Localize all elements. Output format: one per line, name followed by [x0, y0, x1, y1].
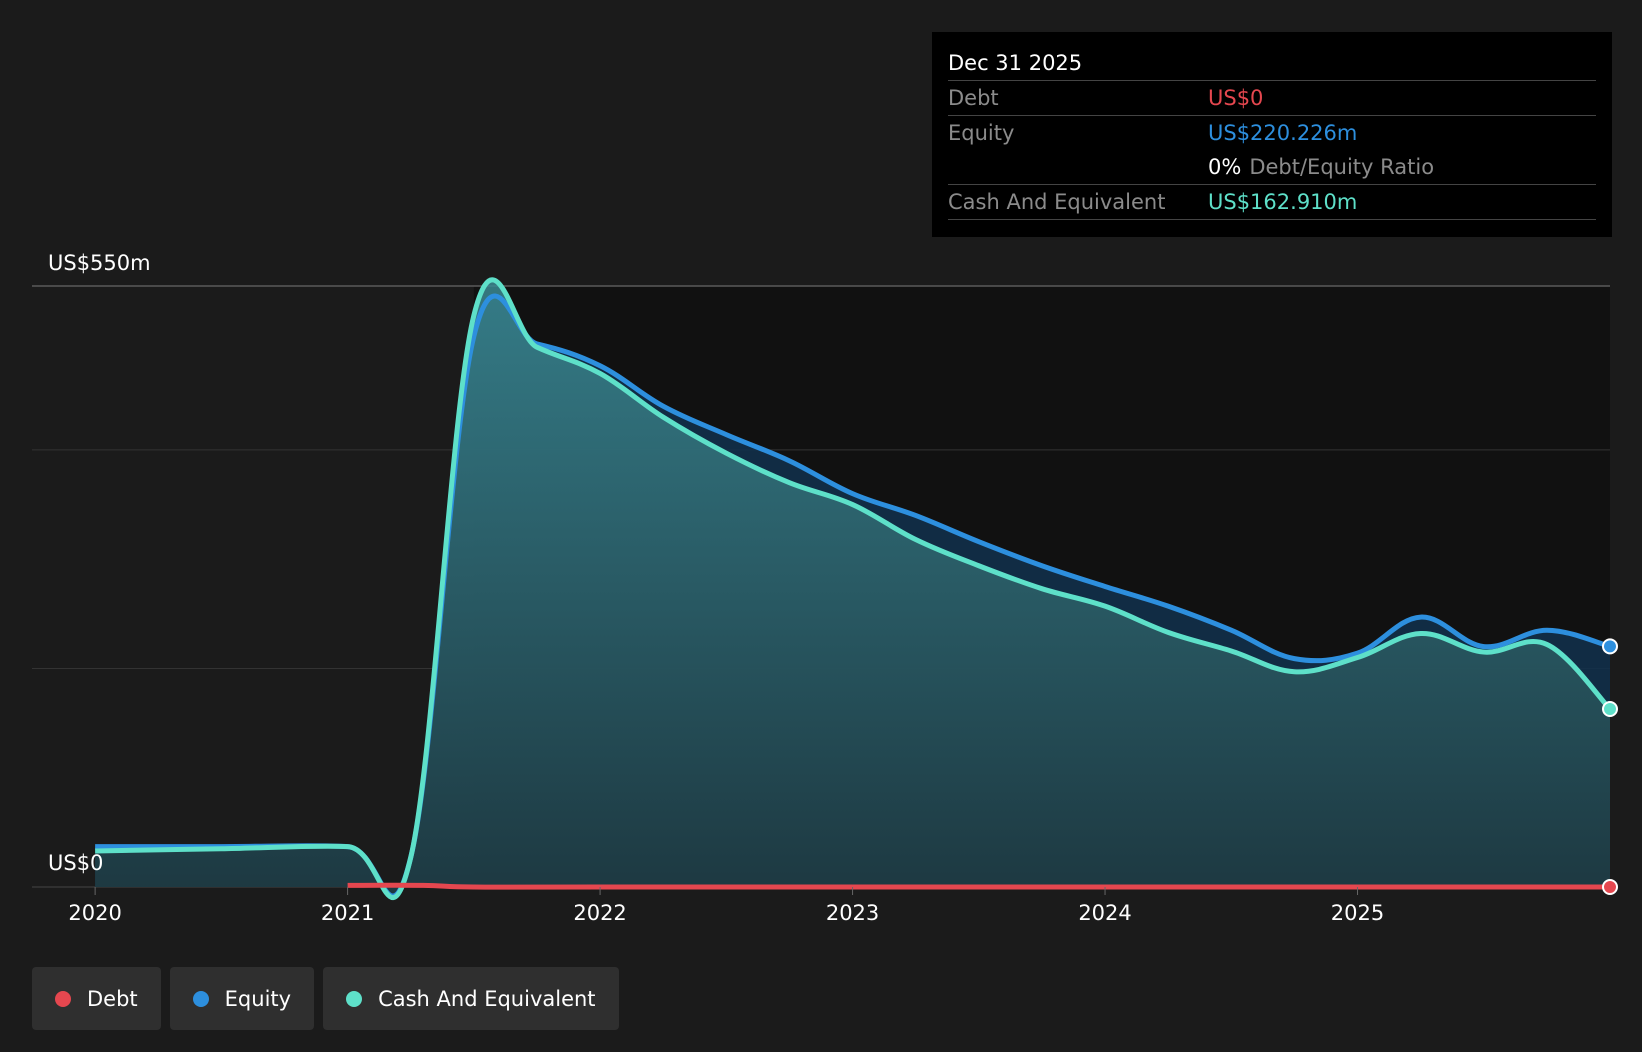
tooltip-ratio-label: Debt/Equity Ratio [1249, 155, 1435, 179]
tooltip-date: Dec 31 2025 [948, 46, 1596, 81]
legend-item-equity[interactable]: Equity [169, 967, 315, 1030]
tooltip-debt-label: Debt [948, 86, 999, 110]
tooltip-cash-row: Cash And Equivalent US$162.910m [948, 185, 1596, 220]
y-axis-bottom-label: US$0 [48, 851, 103, 875]
x-tick-label: 2025 [1331, 901, 1384, 925]
tooltip-debt-row: Debt US$0 [948, 81, 1596, 116]
hover-tooltip: Dec 31 2025 Debt US$0 Equity US$220.226m… [932, 32, 1612, 237]
tooltip-cash-label: Cash And Equivalent [948, 190, 1166, 214]
debt-dot-icon [55, 990, 71, 1007]
debt-endpoint [1602, 879, 1618, 895]
x-axis-ticks: 2020 2021 2022 2023 2024 2025 [68, 887, 1384, 925]
legend-label-cash: Cash And Equivalent [378, 986, 596, 1011]
equity-dot-icon [192, 990, 209, 1007]
tooltip-ratio-row: 0% Debt/Equity Ratio [948, 150, 1596, 185]
debt-line [347, 882, 1610, 890]
x-tick-label: 2021 [321, 901, 374, 925]
tooltip-equity-label: Equity [948, 121, 1015, 145]
cash-dot-icon [346, 990, 363, 1007]
equity-endpoint [1602, 638, 1618, 655]
tooltip-cash-value: US$162.910m [1208, 190, 1358, 214]
legend-item-debt[interactable]: Debt [32, 967, 161, 1030]
legend-item-cash[interactable]: Cash And Equivalent [323, 967, 619, 1030]
tooltip-equity-row: Equity US$220.226m [948, 116, 1596, 150]
y-axis-top-label: US$550m [48, 251, 151, 275]
x-tick-label: 2022 [573, 901, 626, 925]
tooltip-equity-value: US$220.226m [1208, 121, 1358, 145]
legend-label-debt: Debt [87, 986, 138, 1011]
x-tick-label: 2020 [68, 901, 121, 925]
x-tick-label: 2023 [826, 901, 879, 925]
chart-legend: Debt Equity Cash And Equivalent [32, 967, 619, 1030]
x-tick-label: 2024 [1078, 901, 1131, 925]
legend-label-equity: Equity [224, 986, 292, 1011]
tooltip-ratio-value: 0% [1208, 155, 1242, 179]
tooltip-debt-value: US$0 [1208, 86, 1264, 110]
cash-endpoint [1602, 700, 1618, 717]
